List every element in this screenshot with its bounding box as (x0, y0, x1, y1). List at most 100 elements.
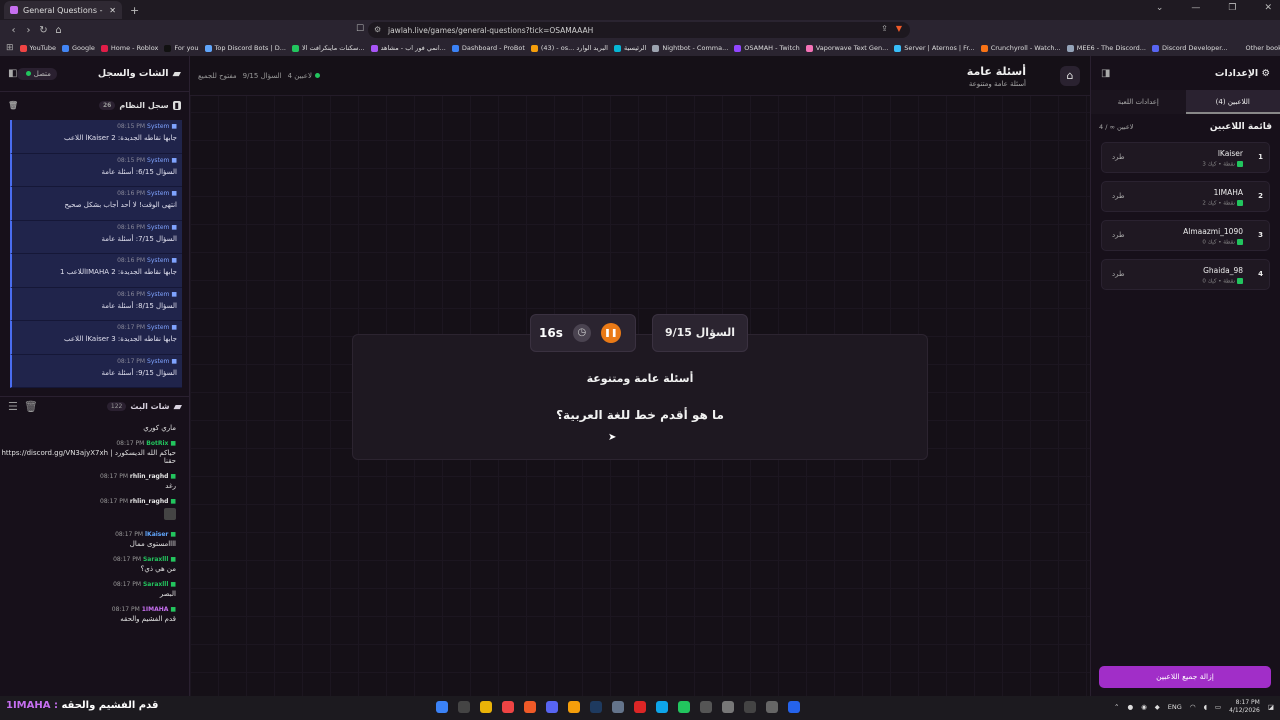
kick-button[interactable]: طرد (1112, 270, 1125, 278)
volume-icon[interactable]: ◖ (1203, 703, 1206, 711)
bookmark-favicon-icon (19, 44, 27, 52)
home-button[interactable]: ⌂ (1060, 66, 1080, 86)
bookmark-icon[interactable]: ☐ (356, 24, 364, 34)
kick-button[interactable]: طرد (1112, 192, 1125, 200)
bookmark-item[interactable]: (43) - os... البريد الوارد (530, 44, 608, 52)
app-icon[interactable] (656, 701, 668, 713)
open-status: مفتوح للجميع (198, 72, 237, 80)
brave-browser-icon[interactable] (524, 701, 536, 713)
player-meta: 0 نقطة • كيك (1202, 239, 1243, 246)
language-indicator[interactable]: ENG (1168, 703, 1182, 711)
bookmark-favicon-icon (530, 44, 538, 52)
bookmark-item[interactable]: YouTube (19, 44, 56, 52)
app-icon[interactable] (788, 701, 800, 713)
battery-icon[interactable]: ▭ (1215, 703, 1221, 711)
bookmark-item[interactable]: Nightbot - Comma... (652, 44, 728, 52)
trash-icon[interactable]: 🗑 (24, 400, 38, 413)
collapse-icon[interactable]: ◨ (1101, 68, 1110, 79)
share-icon[interactable]: ⇪ (881, 24, 888, 33)
apps-icon[interactable]: ⊞ (6, 43, 14, 53)
bookmark-item[interactable]: OSAMAH - Twitch (734, 44, 800, 52)
reload-icon[interactable]: ↻ (36, 25, 51, 36)
app-icon[interactable] (612, 701, 624, 713)
forward-icon[interactable]: › (21, 25, 36, 36)
notification-icon[interactable]: ◪ (1268, 703, 1274, 711)
log-time: 08:17 PM (117, 357, 146, 365)
app-icon[interactable] (766, 701, 778, 713)
taskbar-clock[interactable]: 8:17 PM 4/12/2026 (1229, 699, 1260, 715)
chevron-down-icon[interactable]: ⌄ (1156, 3, 1164, 13)
app-icon[interactable] (700, 701, 712, 713)
bookmark-item[interactable]: Top Discord Bots | D... (204, 44, 286, 52)
tray-icon[interactable]: ◆ (1155, 703, 1160, 711)
file-explorer-icon[interactable] (480, 701, 492, 713)
close-icon[interactable]: ✕ (109, 6, 116, 15)
app-icon[interactable] (744, 701, 756, 713)
minimize-icon[interactable]: — (1191, 3, 1200, 13)
back-icon[interactable]: ‹ (6, 25, 21, 36)
trash-icon[interactable]: 🗑 (8, 101, 18, 110)
kick-platform-icon: ■ (170, 498, 176, 505)
bookmark-item[interactable]: Server | Aternos | Fr... (894, 44, 975, 52)
tray-icon[interactable]: ◉ (1141, 703, 1147, 711)
app-icon[interactable] (568, 701, 580, 713)
app-icon[interactable] (634, 701, 646, 713)
bookmark-item[interactable]: For you (164, 44, 199, 52)
kick-button[interactable]: طرد (1112, 153, 1125, 161)
chat-user[interactable]: Saraxlll (143, 556, 168, 563)
discord-icon[interactable] (546, 701, 558, 713)
bookmark-item[interactable]: Home - Roblox (100, 44, 158, 52)
chat-user[interactable]: lKaiser (145, 531, 168, 538)
players-list-count: 4 / ∞ لاعبين (1099, 123, 1134, 131)
player-rank: 3 (1258, 231, 1263, 239)
chat-user[interactable]: BotRix (146, 440, 168, 447)
wifi-icon[interactable]: ◠ (1190, 703, 1196, 711)
chat-user[interactable]: 1IMAHA (142, 606, 169, 613)
tab-game-settings[interactable]: إعدادات اللعبة (1091, 90, 1186, 114)
restore-icon[interactable]: ❐ (1228, 3, 1236, 13)
windows-start-icon[interactable] (436, 701, 448, 713)
bookmark-item[interactable]: سكنات ماينكرافت الا... (291, 44, 365, 52)
new-tab-icon[interactable]: + (130, 4, 139, 17)
live-chat-list[interactable]: ماري كوري 08:17 PM BotRix ■ https://discor… (0, 422, 184, 690)
bookmark-item[interactable]: انمي فور اب - مشاهد... (370, 44, 446, 52)
player-meta-text: 0 نقطة • كيك (1202, 239, 1235, 246)
site-info-icon[interactable]: ⚙ (374, 25, 381, 34)
kick-button[interactable]: طرد (1112, 231, 1125, 239)
bookmark-item[interactable]: Crunchyroll - Watch... (980, 44, 1061, 52)
bookmark-item[interactable]: Vaporwave Text Gen... (805, 44, 888, 52)
pause-button[interactable]: ❚❚ (600, 323, 621, 343)
chat-text: ماري كوري (143, 424, 176, 432)
filter-icon[interactable]: ☰ (8, 400, 18, 413)
chat-user[interactable]: rhlin_raghd (130, 498, 168, 505)
other-bookmarks[interactable]: Other bookmarks (1246, 44, 1280, 52)
chat-user[interactable]: Saraxlll (143, 581, 168, 588)
kick-platform-icon (1237, 239, 1243, 245)
bookmark-item[interactable]: الرئيسية (613, 44, 646, 52)
bookmark-item[interactable]: Dashboard - ProBot (451, 44, 525, 52)
steam-icon[interactable] (590, 701, 602, 713)
chevron-up-icon[interactable]: ⌃ (1114, 703, 1119, 711)
tab-favicon-icon (10, 6, 18, 14)
tray-icon[interactable]: ● (1127, 703, 1133, 711)
remove-all-players-button[interactable]: إزالة جميع اللاعبين (1099, 666, 1271, 688)
chat-user[interactable]: rhlin_raghd (130, 473, 168, 480)
url-field[interactable]: ☐ ⚙ jawlah.live/games/general-questions?… (356, 22, 910, 38)
collapse-icon[interactable]: ◧ (8, 68, 17, 79)
bookmark-item[interactable]: Google (61, 44, 95, 52)
app-icon[interactable] (502, 701, 514, 713)
bookmark-item[interactable]: MEE6 - The Discord... (1066, 44, 1146, 52)
system-log-list[interactable]: 08:15 PM System ■ اللاعب lKaiser جابها نق… (10, 120, 182, 388)
brave-shield-icon[interactable]: ▼ (896, 24, 902, 33)
browser-tab[interactable]: General Questions - أسئلة عامة ✕ (4, 1, 122, 19)
home-icon[interactable]: ⌂ (51, 25, 66, 36)
app-icon[interactable] (722, 701, 734, 713)
bookmark-item[interactable]: Discord Developer... (1151, 44, 1228, 52)
search-icon[interactable] (458, 701, 470, 713)
tab-players[interactable]: اللاعبين (4) (1185, 90, 1280, 114)
players-list: 1 lKaiser 3 نقطة • كيك طرد 2 1IMAHA 2 نقطة • ك… (1091, 142, 1280, 290)
chat-message: 08:17 PM Saraxlll ■ من هي ذي؟ (0, 556, 176, 573)
spotify-icon[interactable] (678, 701, 690, 713)
bookmark-label: انمي فور اب - مشاهد... (380, 44, 446, 52)
close-window-icon[interactable]: ✕ (1264, 3, 1272, 13)
